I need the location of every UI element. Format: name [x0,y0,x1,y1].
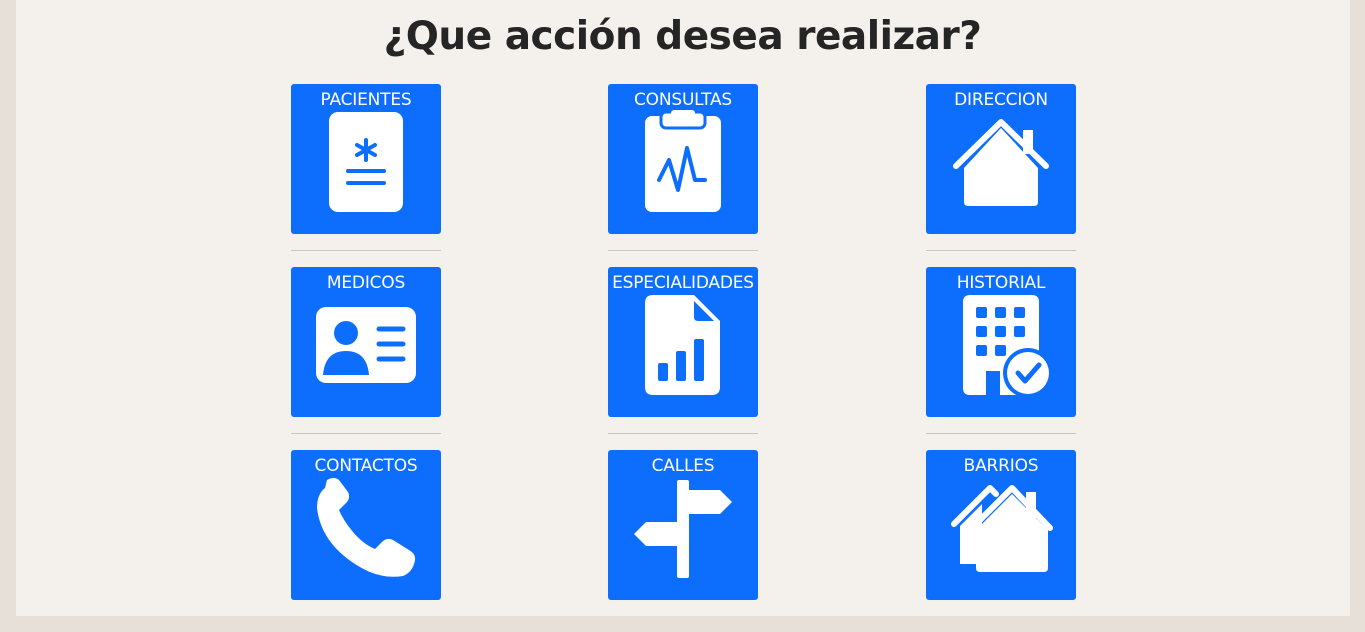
divider [608,250,758,251]
barrios-button[interactable]: BARRIOS [926,450,1076,600]
person-id-card-icon [316,307,416,383]
phone-icon [317,478,416,577]
divider [608,433,758,434]
divider [926,433,1076,434]
house-icon [953,119,1049,206]
medicos-button[interactable]: MEDICOS [291,267,441,417]
especialidades-button[interactable]: ESPECIALIDADES [608,267,758,417]
direccion-button[interactable]: DIRECCION [926,84,1076,234]
patient-id-card-icon [329,112,403,212]
divider [291,250,441,251]
page-title: ¿Que acción desea realizar? [383,14,982,59]
consultas-button[interactable]: CONSULTAS [608,84,758,234]
divider [926,250,1076,251]
pacientes-button[interactable]: PACIENTES [291,84,441,234]
signpost-icon [634,480,732,578]
divider [291,433,441,434]
calles-button[interactable]: CALLES [608,450,758,600]
contactos-button[interactable]: CONTACTOS [291,450,441,600]
building-check-icon [963,295,1053,398]
clipboard-pulse-icon [645,110,721,212]
houses-icon [951,485,1053,572]
historial-button[interactable]: HISTORIAL [926,267,1076,417]
file-chart-icon [645,295,720,395]
